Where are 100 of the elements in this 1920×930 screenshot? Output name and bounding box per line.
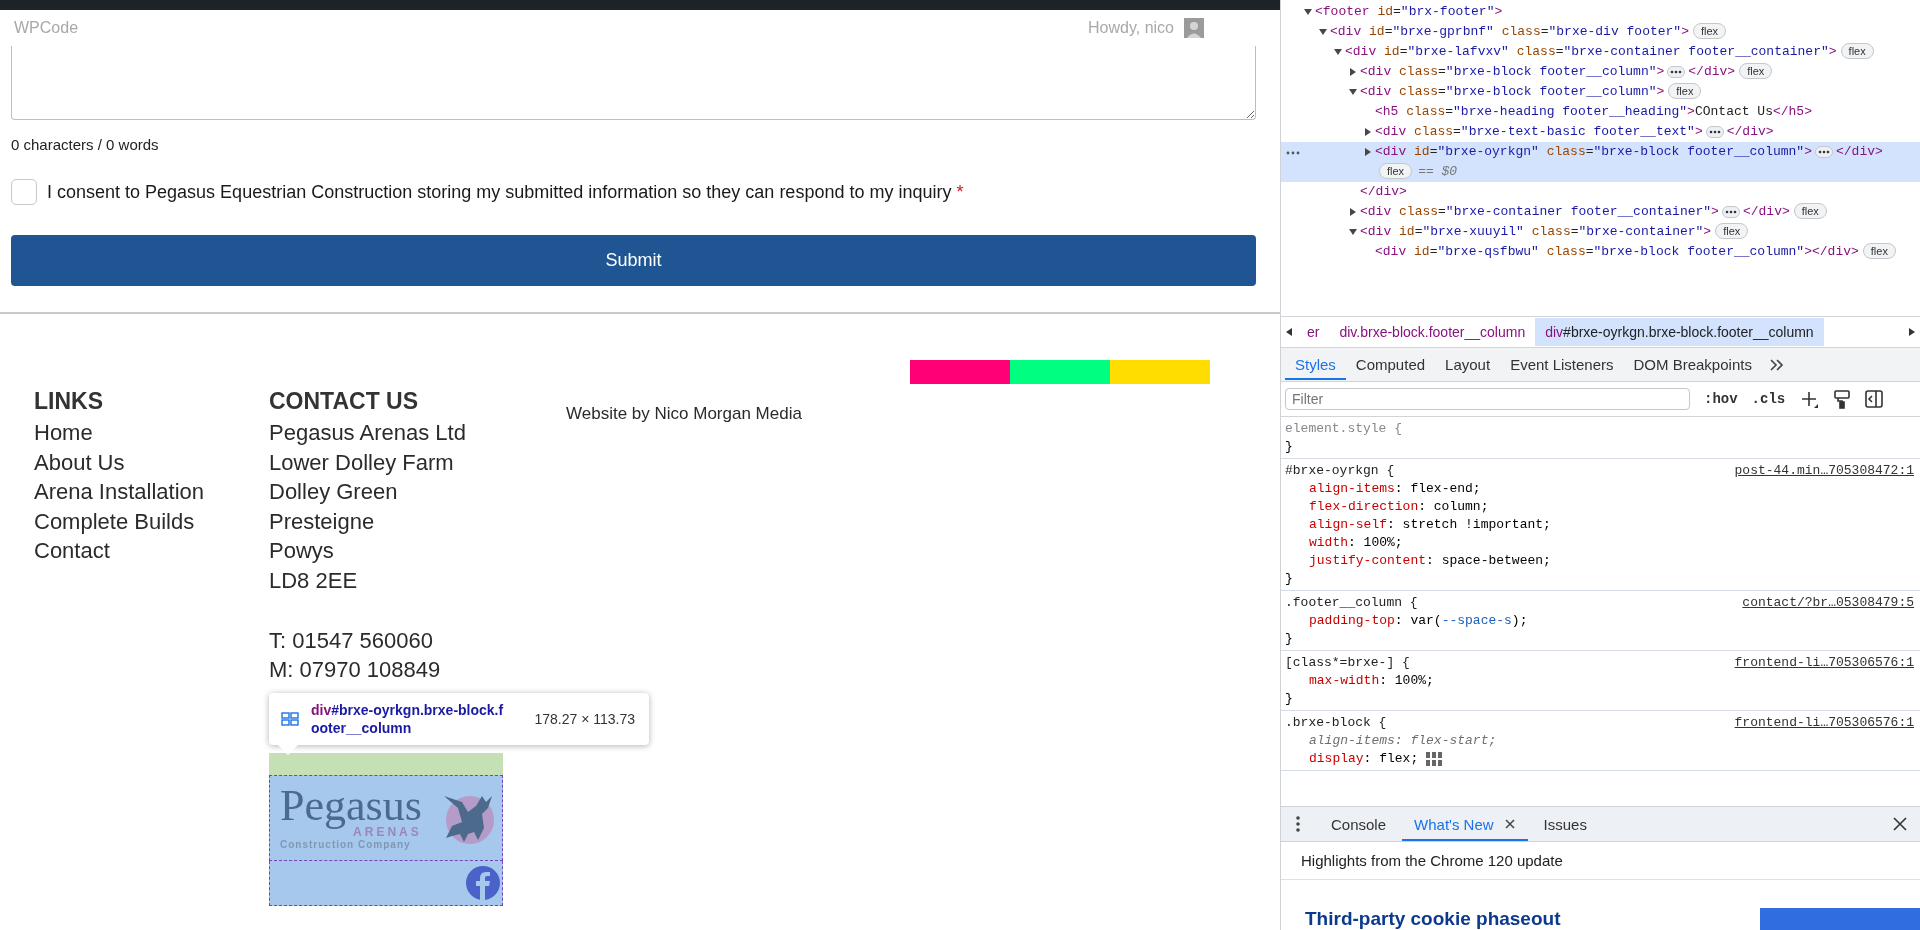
update-headline: Highlights from the Chrome 120 update xyxy=(1281,842,1920,880)
ellipsis-icon[interactable] xyxy=(1667,65,1686,78)
flex-badge[interactable]: flex xyxy=(1668,83,1702,99)
close-icon[interactable] xyxy=(1503,818,1516,830)
sidebar-toggle-icon[interactable] xyxy=(1865,390,1884,408)
css-declaration: justify-content: space-between; xyxy=(1309,552,1551,570)
flex-badge[interactable]: flex xyxy=(1379,163,1413,179)
address-line: Pegasus Arenas Ltd xyxy=(269,419,467,447)
more-tabs-icon[interactable] xyxy=(1767,356,1784,373)
flex-badge[interactable]: flex xyxy=(1793,203,1827,219)
avatar-icon xyxy=(1184,18,1204,38)
footer-link[interactable]: Contact xyxy=(34,536,269,566)
drawer-tab[interactable]: Issues xyxy=(1531,807,1599,841)
close-icon[interactable] xyxy=(1892,816,1908,832)
element-tag: <div id="brxe-xuuyil" class="brxe-container"> xyxy=(1360,224,1712,239)
plus-icon[interactable] xyxy=(1799,389,1820,409)
css-declaration: padding-top: var(--space-s); xyxy=(1309,612,1528,630)
element-tag: <div id="brxe-gprbnf" class="brxe-div footer"> xyxy=(1330,24,1689,39)
paint-roller-icon[interactable] xyxy=(1833,389,1852,409)
panel-tab[interactable]: Layout xyxy=(1435,349,1501,380)
drawer-tab[interactable]: What's New xyxy=(1402,807,1528,841)
dom-node-row[interactable]: <h5 class="brxe-heading footer__heading">COntact Us</h5> xyxy=(1281,102,1920,122)
element-tag: <div id="brxe-oyrkgn" class="brxe-block footer__column"> xyxy=(1375,144,1812,159)
footer-link[interactable]: Complete Builds xyxy=(34,506,269,537)
panel-tab[interactable]: Styles xyxy=(1285,349,1346,380)
address-line: LD8 2EE xyxy=(269,566,359,595)
css-selector: #brxe-oyrkgn { xyxy=(1285,462,1395,480)
source-link[interactable]: post-44.min…705308472:1 xyxy=(1734,462,1914,480)
dom-node-row[interactable]: <div class="brxe-text-basic footer__text"> </div> xyxy=(1281,122,1920,142)
article-title: Third-party cookie phaseout xyxy=(1305,908,1561,930)
ellipsis-icon[interactable] xyxy=(1721,205,1740,218)
closing-brace: } xyxy=(1285,690,1294,708)
state-toggle[interactable]: .cls xyxy=(1751,391,1786,407)
facebook-icon[interactable] xyxy=(466,865,500,900)
expanded-arrow-icon[interactable] xyxy=(1333,47,1343,57)
flex-badge[interactable]: flex xyxy=(1739,63,1773,79)
panel-tab[interactable]: Event Listeners xyxy=(1500,349,1624,380)
address-line: Presteigne xyxy=(269,507,376,536)
element-size: 178.27 × 113.73 xyxy=(534,710,635,727)
flex-badge[interactable]: flex xyxy=(1692,23,1727,39)
css-declaration: max-width: 100%; xyxy=(1309,672,1434,690)
closing-brace: } xyxy=(1285,438,1294,456)
ellipsis-icon[interactable] xyxy=(1705,125,1724,138)
more-icon[interactable] xyxy=(1286,150,1300,156)
credit-text: Website by Nico Morgan Media xyxy=(566,404,803,424)
source-link[interactable]: frontend-li…705306576:1 xyxy=(1734,654,1914,672)
closing-tag: </div> xyxy=(1811,244,1859,259)
state-toggle[interactable]: :hov xyxy=(1704,391,1738,407)
expanded-arrow-icon[interactable] xyxy=(1318,27,1328,37)
css-declaration: align-self: stretch !important; xyxy=(1309,516,1551,534)
closing-tag: </div> xyxy=(1688,64,1736,79)
css-declaration: align-items: flex-start; xyxy=(1309,732,1497,750)
submit-button[interactable]: Submit xyxy=(11,235,1256,286)
dom-node-row[interactable]: <div class="brxe-container footer__container"> </div> flex xyxy=(1281,202,1920,222)
logo-tagline: Construction Company xyxy=(280,838,412,850)
breadcrumb[interactable]: er xyxy=(1297,318,1330,346)
closing-tag: </div> xyxy=(1726,124,1774,139)
source-link[interactable]: frontend-li…705306576:1 xyxy=(1734,714,1914,732)
consent-checkbox[interactable] xyxy=(11,179,37,205)
element-tag: <footer id="brx-footer"> xyxy=(1315,4,1503,19)
flexbox-editor-icon[interactable] xyxy=(1426,752,1443,766)
dom-node-row[interactable]: <div id="brxe-oyrkgn" class="brxe-block footer__column"> </div> flex == $0 xyxy=(1281,142,1920,182)
element-tag: <div class="brxe-block footer__column"> xyxy=(1360,64,1665,79)
collapsed-arrow-icon[interactable] xyxy=(1348,207,1358,217)
breadcrumb[interactable]: div#brxe-oyrkgn.brxe-block.footer__column xyxy=(1535,318,1824,346)
flex-badge[interactable]: flex xyxy=(1840,43,1874,59)
expanded-arrow-icon[interactable] xyxy=(1348,227,1358,237)
footer-link[interactable]: About Us xyxy=(34,447,269,478)
footer-heading: LINKS xyxy=(34,388,104,415)
closing-tag: </div> xyxy=(1360,182,1407,202)
expanded-arrow-icon[interactable] xyxy=(1303,7,1313,17)
breadcrumb[interactable]: div.brxe-block.footer__column xyxy=(1329,318,1536,346)
phone-number: T: 01547 560060 xyxy=(269,626,434,655)
footer-link[interactable]: Arena Installation xyxy=(34,477,269,507)
closing-brace: } xyxy=(1285,570,1294,588)
drawer-tab[interactable]: Console xyxy=(1319,807,1399,841)
filter-field[interactable]: Filter xyxy=(1285,388,1690,410)
ellipsis-icon[interactable] xyxy=(1814,145,1833,158)
panel-tab[interactable]: Computed xyxy=(1345,349,1436,380)
closing-tag: </div> xyxy=(1742,204,1790,219)
source-link[interactable]: contact/?br…05308479:5 xyxy=(1742,594,1914,612)
dom-node-row[interactable]: <div class="brxe-block footer__column"> </div> flex xyxy=(1281,62,1920,82)
consent-label: I consent to Pegasus Equestrian Construction storing my submitted information so they can respond to my inquiry * xyxy=(47,181,964,203)
dom-node-row[interactable]: <div id="brxe-qsfbwu" class="brxe-block footer__column"></div> flex xyxy=(1281,242,1920,262)
closing-brace: } xyxy=(1285,630,1294,648)
css-selector: .brxe-block { xyxy=(1285,714,1387,732)
panel-tab[interactable]: DOM Breakpoints xyxy=(1623,349,1762,380)
message-field[interactable] xyxy=(11,46,1256,120)
element-tag: <h5 class="brxe-heading footer__heading">COntact Us</h5> xyxy=(1375,104,1812,119)
footer-link[interactable]: Home xyxy=(34,418,269,448)
collapsed-arrow-icon[interactable] xyxy=(1363,127,1373,137)
menu-icon[interactable] xyxy=(1295,815,1301,833)
collapsed-arrow-icon[interactable] xyxy=(1363,147,1373,157)
collapsed-arrow-icon[interactable] xyxy=(1348,67,1358,77)
expanded-arrow-icon[interactable] xyxy=(1348,87,1358,97)
flex-badge[interactable]: flex xyxy=(1862,243,1896,259)
address-line: Lower Dolley Farm xyxy=(269,448,455,477)
flex-badge[interactable]: flex xyxy=(1715,223,1749,239)
css-selector: [class*=brxe-] { xyxy=(1285,654,1410,672)
address-line: Powys xyxy=(269,537,335,566)
